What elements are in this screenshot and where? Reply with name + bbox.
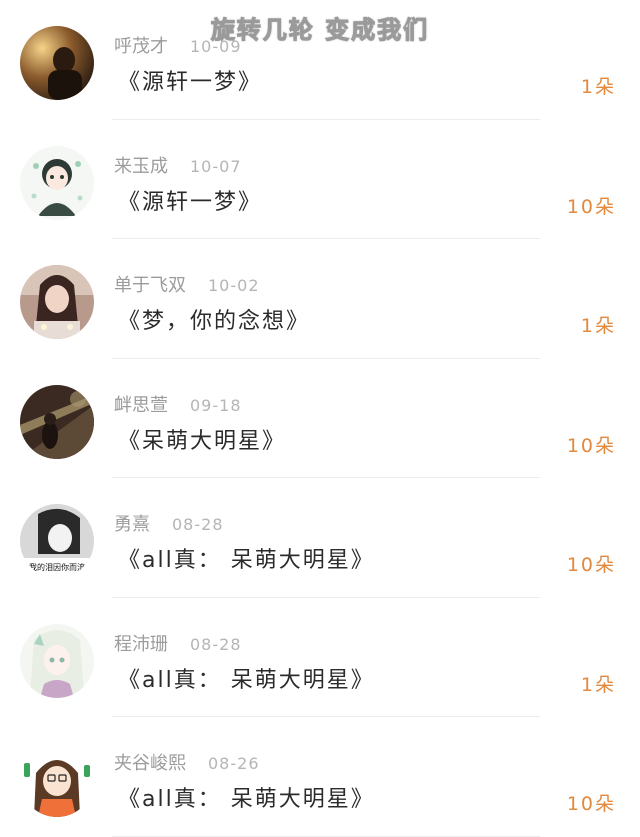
flower-count: 10朵 — [566, 195, 616, 218]
flower-count: 1朵 — [580, 315, 616, 337]
avatar[interactable] — [20, 265, 94, 339]
list-item[interactable]: 衅思萱 09-18 《呆萌大明星》 10朵 — [0, 359, 640, 479]
list-item[interactable]: 夹谷峻熙 08-26 《all真： 呆萌大明星》 10朵 — [0, 717, 640, 837]
book-title[interactable]: 《梦，你的念想》 — [118, 303, 310, 335]
book-title[interactable]: 《all真： 呆萌大明星》 — [118, 542, 375, 574]
avatar[interactable]: 我的泪因你而流 — [20, 504, 94, 578]
record-meta: 衅思萱 09-18 — [114, 391, 242, 417]
record-date: 10-02 — [208, 276, 260, 295]
user-name[interactable]: 来玉成 — [114, 156, 168, 177]
gift-record-list: 呼茂才10-09 《源轩一梦》 1朵 来玉成10-07 《源轩一梦》 10朵 — [0, 0, 640, 837]
avatar-image — [20, 743, 94, 817]
user-name[interactable]: 程沛珊 — [114, 634, 168, 655]
avatar[interactable] — [20, 145, 94, 220]
avatar[interactable] — [20, 623, 94, 698]
record-date: 08-26 — [208, 754, 260, 773]
record-meta: 程沛珊 08-28 — [114, 630, 242, 656]
record-meta: 夹谷峻熙 08-26 — [114, 749, 260, 775]
flower-count: 10朵 — [566, 434, 616, 457]
user-name[interactable]: 夹谷峻熙 — [114, 753, 186, 774]
user-name[interactable]: 单于飞双 — [114, 275, 186, 296]
record-meta: 来玉成 10-07 — [114, 152, 242, 178]
flower-count: 1朵 — [580, 673, 616, 696]
flower-count: 10朵 — [566, 554, 616, 576]
avatar[interactable] — [20, 384, 94, 459]
list-item[interactable]: 我的泪因你而流 勇熹 08-28 《all真： 呆萌大明星》 10朵 — [0, 478, 640, 598]
avatar-image — [20, 265, 94, 339]
book-title[interactable]: 《源轩一梦》 — [118, 184, 262, 216]
avatar[interactable] — [20, 743, 94, 817]
record-date: 09-18 — [190, 395, 242, 415]
list-item[interactable]: 来玉成 10-07 《源轩一梦》 10朵 — [0, 120, 640, 240]
user-name[interactable]: 勇熹 — [114, 514, 150, 535]
avatar-image — [20, 623, 94, 698]
avatar-image — [20, 384, 94, 459]
record-date: 08-28 — [190, 634, 242, 654]
avatar-image: 我的泪因你而流 — [20, 504, 94, 578]
list-item[interactable]: 单于飞双 10-02 《梦，你的念想》 1朵 — [0, 239, 640, 359]
book-title[interactable]: 《all真： 呆萌大明星》 — [118, 662, 375, 694]
record-meta: 勇熹 08-28 — [114, 510, 224, 536]
avatar-image — [20, 145, 94, 220]
book-title[interactable]: 《源轩一梦》 — [118, 64, 262, 96]
record-meta: 单于飞双 10-02 — [114, 271, 260, 297]
watermark-caption: 旋转几轮 变成我们 — [210, 16, 430, 45]
book-title[interactable]: 《呆萌大明星》 — [118, 423, 286, 455]
record-date: 08-28 — [172, 515, 224, 534]
book-title[interactable]: 《all真： 呆萌大明星》 — [118, 781, 375, 813]
avatar-caption: 我的泪因你而流 — [29, 562, 85, 572]
flower-count: 10朵 — [566, 793, 616, 815]
record-date: 10-07 — [190, 156, 242, 176]
list-item[interactable]: 程沛珊 08-28 《all真： 呆萌大明星》 1朵 — [0, 598, 640, 718]
user-name[interactable]: 衅思萱 — [114, 395, 168, 416]
flower-count: 1朵 — [580, 76, 616, 98]
